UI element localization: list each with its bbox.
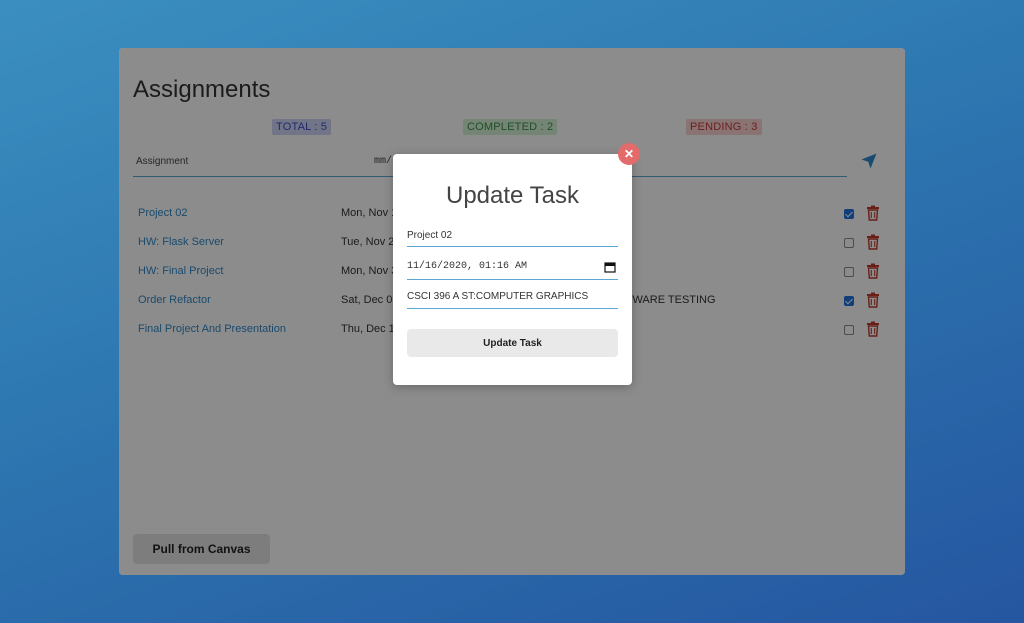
task-name-field[interactable]: Project 02 [407, 230, 618, 247]
update-task-button[interactable]: Update Task [407, 329, 618, 357]
task-date-value: 11/16/2020, 01:16 AM [407, 261, 528, 272]
task-date-field[interactable]: 11/16/2020, 01:16 AM [407, 261, 618, 280]
update-task-modal: Update Task Project 02 11/16/2020, 01:16… [393, 154, 632, 385]
close-icon[interactable]: ✕ [618, 143, 640, 165]
calendar-icon[interactable] [604, 261, 616, 273]
modal-title: Update Task [446, 182, 579, 209]
task-course-field[interactable]: CSCI 396 A ST:COMPUTER GRAPHICS [407, 291, 618, 309]
